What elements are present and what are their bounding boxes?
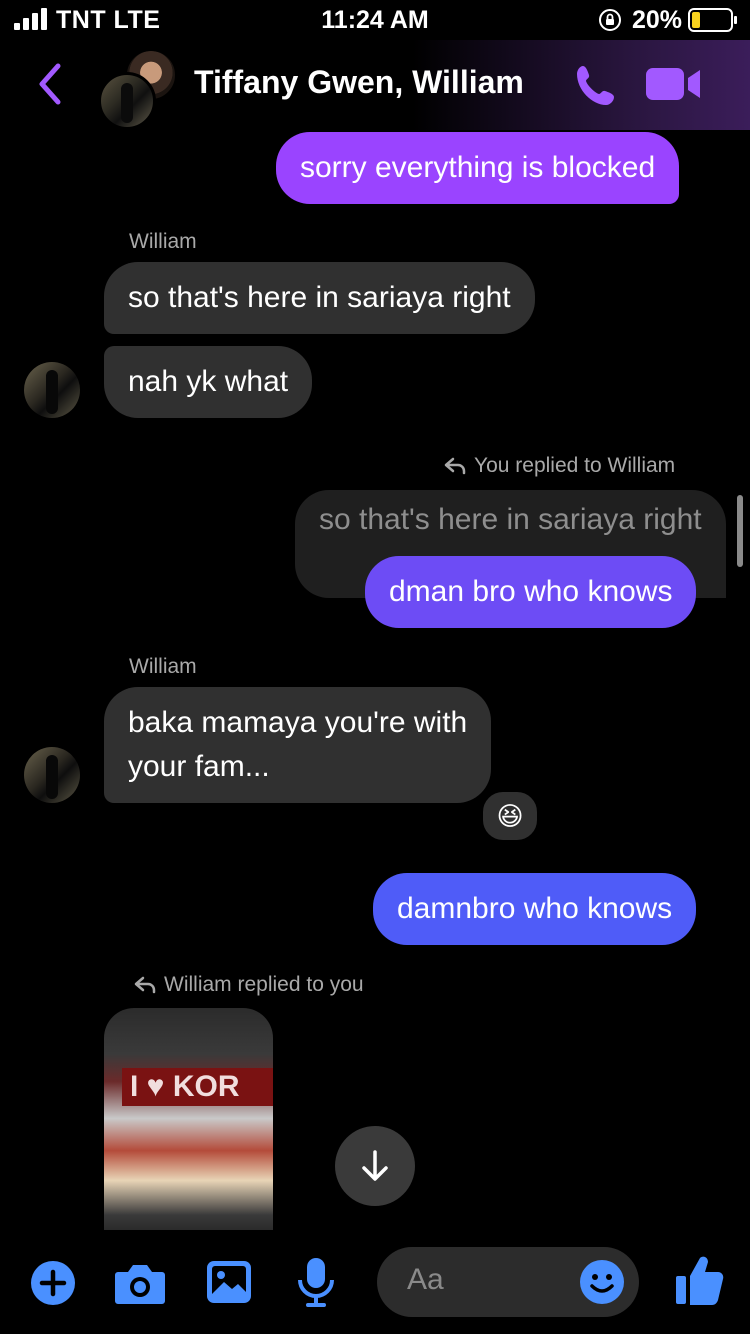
scroll-to-bottom-button[interactable]: [335, 1126, 415, 1206]
reply-label-text: William replied to you: [164, 973, 364, 996]
sender-avatar[interactable]: [24, 747, 80, 803]
reply-arrow-icon: [134, 976, 156, 994]
photo-sign-text: I ♥ KOR: [122, 1068, 273, 1106]
reply-label-text: You replied to William: [474, 454, 676, 477]
emoji-icon[interactable]: [579, 1259, 625, 1305]
thumbs-up-icon[interactable]: [674, 1254, 724, 1306]
message-input[interactable]: Aa: [377, 1247, 639, 1317]
message-input-placeholder: Aa: [407, 1263, 444, 1296]
message-text: so that's here in sariaya right: [128, 281, 511, 314]
battery-percent: 20%: [632, 6, 683, 34]
composer-bar: Aa: [0, 1230, 750, 1334]
phone-call-icon[interactable]: [574, 62, 620, 108]
avatar-william: [98, 72, 156, 130]
message-text: damnbro who knows: [397, 892, 673, 925]
message-incoming[interactable]: nah yk what: [104, 346, 313, 418]
message-text-line: baka mamaya you're with: [128, 706, 468, 739]
video-call-icon[interactable]: [646, 64, 702, 104]
message-outgoing[interactable]: dman bro who knows: [365, 556, 697, 628]
message-outgoing[interactable]: sorry everything is blocked: [276, 132, 680, 204]
back-chevron-icon[interactable]: [34, 60, 64, 108]
sender-name: William: [129, 230, 197, 253]
message-text-line: your fam...: [128, 750, 270, 783]
message-text: nah yk what: [128, 365, 289, 398]
status-bar: TNT LTE 11:24 AM 20%: [0, 0, 750, 40]
camera-icon[interactable]: [114, 1260, 166, 1306]
reply-indicator: You replied to William: [444, 454, 675, 478]
scrollbar[interactable]: [737, 495, 743, 567]
message-outgoing[interactable]: damnbro who knows: [373, 873, 697, 945]
gallery-icon[interactable]: [206, 1260, 252, 1304]
chat-title[interactable]: Tiffany Gwen, William: [194, 64, 524, 101]
arrow-down-icon: [362, 1150, 388, 1181]
message-text: sorry everything is blocked: [300, 151, 656, 184]
quoted-text: so that's here in sariaya right: [319, 503, 702, 536]
reply-arrow-icon: [444, 457, 466, 475]
microphone-icon[interactable]: [296, 1256, 336, 1308]
sender-name: William: [129, 655, 197, 678]
reaction-emoji[interactable]: 😆: [479, 788, 541, 844]
photo-attachment[interactable]: I ♥ KOR: [104, 1008, 273, 1230]
message-incoming[interactable]: baka mamaya you're with your fam...: [104, 687, 492, 803]
message-incoming[interactable]: so that's here in sariaya right: [104, 262, 535, 334]
chat-header: Tiffany Gwen, William: [0, 40, 750, 130]
battery-icon: [688, 8, 737, 32]
plus-icon[interactable]: [30, 1260, 76, 1306]
message-list[interactable]: sorry everything is blocked William so t…: [0, 130, 750, 1230]
sender-avatar[interactable]: [24, 362, 80, 418]
message-text: dman bro who knows: [389, 575, 673, 608]
rotation-lock-icon: [599, 9, 621, 31]
reply-indicator: William replied to you: [134, 973, 364, 997]
group-avatar[interactable]: [98, 48, 178, 130]
